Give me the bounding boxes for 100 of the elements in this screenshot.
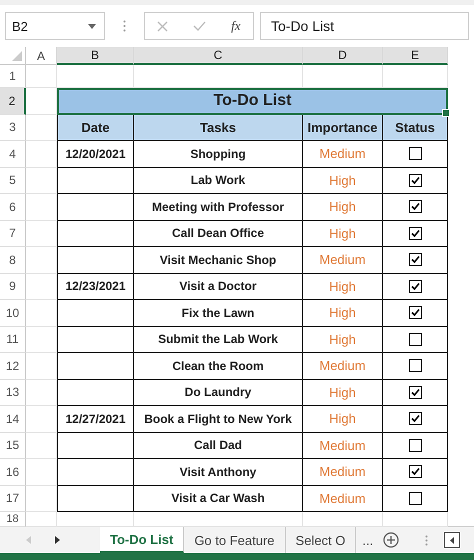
column-heading: Importance	[303, 114, 383, 141]
more-icon	[425, 534, 428, 546]
checkbox[interactable]	[408, 332, 422, 346]
grid-cell[interactable]	[26, 353, 57, 380]
row-header[interactable]: 1	[0, 65, 26, 88]
row-header[interactable]: 3	[0, 114, 26, 141]
task-cell: Book a Flight to New York	[134, 406, 303, 432]
importance-cell: High	[303, 406, 383, 432]
checkbox[interactable]	[408, 386, 422, 399]
row-header[interactable]: 10	[0, 300, 26, 326]
row-header[interactable]: 9	[0, 274, 26, 300]
checkbox[interactable]	[408, 438, 422, 452]
checkbox[interactable]	[408, 412, 422, 426]
cancel-icon[interactable]	[157, 20, 168, 32]
more-icon	[123, 20, 126, 32]
date-cell: 12/27/2021	[57, 406, 134, 432]
row-header[interactable]: 8	[0, 247, 26, 274]
grid-cell[interactable]	[26, 274, 57, 300]
grid-cell[interactable]	[26, 459, 57, 486]
column-header[interactable]: E	[383, 47, 448, 65]
column-header[interactable]: D	[303, 47, 383, 65]
add-sheet-icon[interactable]	[383, 532, 400, 548]
task-cell: Visit a Doctor	[134, 274, 303, 300]
task-cell: Fix the Lawn	[134, 300, 303, 326]
task-cell: Clean the Room	[134, 353, 303, 380]
grid-cell[interactable]	[26, 65, 57, 88]
caret-icon	[88, 24, 96, 28]
row-header[interactable]: 5	[0, 168, 26, 194]
grid-cell[interactable]	[26, 326, 57, 353]
importance-cell: Medium	[303, 247, 383, 274]
checkbox[interactable]	[408, 226, 422, 240]
task-cell: Visit Mechanic Shop	[134, 247, 303, 274]
checkbox[interactable]	[408, 492, 422, 505]
importance-cell: Medium	[303, 432, 383, 459]
grid-cell[interactable]	[26, 300, 57, 326]
grid-cell[interactable]	[26, 432, 57, 459]
column-header[interactable]: A	[26, 47, 57, 65]
column-heading: Date	[57, 114, 134, 141]
grid-cell[interactable]	[26, 406, 57, 432]
scroll-left-button[interactable]	[444, 532, 460, 548]
checkbox[interactable]	[408, 174, 422, 187]
grid-cell[interactable]	[26, 380, 57, 406]
column-header[interactable]: C	[134, 47, 303, 65]
importance-cell: High	[303, 220, 383, 247]
row-header[interactable]: 16	[0, 459, 26, 486]
task-cell: Call Dean Office	[134, 220, 303, 247]
date-cell: 12/23/2021	[57, 274, 134, 300]
row-header[interactable]: 7	[0, 220, 26, 247]
importance-cell: High	[303, 274, 383, 300]
grid-cell[interactable]	[26, 141, 57, 168]
task-cell: Call Dad	[134, 432, 303, 459]
task-cell: Visit a Car Wash	[134, 486, 303, 512]
checkbox[interactable]	[408, 359, 422, 372]
checkbox[interactable]	[408, 253, 422, 266]
row-header[interactable]: 11	[0, 326, 26, 353]
task-cell: Meeting with Professor	[134, 194, 303, 220]
row-header[interactable]: 13	[0, 380, 26, 406]
importance-cell: High	[303, 168, 383, 194]
table-title: To-Do List	[57, 88, 448, 114]
date-cell: 12/20/2021	[57, 141, 134, 168]
checkbox[interactable]	[408, 280, 422, 293]
checkbox[interactable]	[408, 465, 422, 478]
checkbox[interactable]	[408, 306, 422, 320]
importance-cell: High	[303, 380, 383, 406]
task-cell: Submit the Lab Work	[134, 326, 303, 353]
sheet-tab[interactable]: To-Do List	[100, 527, 184, 553]
caret-icon	[450, 536, 454, 544]
row-header[interactable]: 12	[0, 353, 26, 380]
row-header[interactable]: 14	[0, 406, 26, 432]
importance-cell: Medium	[303, 141, 383, 168]
more-tabs-button[interactable]: ...	[356, 527, 380, 553]
column-header[interactable]: B	[57, 47, 134, 65]
select-all-icon[interactable]	[12, 51, 22, 61]
row-header[interactable]: 6	[0, 194, 26, 220]
grid-cell[interactable]	[26, 168, 57, 194]
grid-cell[interactable]	[26, 247, 57, 274]
row-header[interactable]: 15	[0, 432, 26, 459]
grid-cell[interactable]	[26, 194, 57, 220]
task-cell: Visit Anthony	[134, 459, 303, 486]
checkbox[interactable]	[408, 147, 422, 160]
grid-cell[interactable]	[26, 220, 57, 247]
column-heading: Status	[383, 114, 448, 141]
name-box[interactable]: B2	[5, 12, 105, 40]
row-header[interactable]: 17	[0, 486, 26, 512]
row-header[interactable]: 2	[0, 88, 26, 114]
grid-cell[interactable]	[26, 486, 57, 512]
row-header[interactable]: 4	[0, 141, 26, 168]
insert-function-button[interactable]: fx	[231, 18, 241, 34]
scroll-right-icon[interactable]	[55, 536, 60, 544]
importance-cell: High	[303, 194, 383, 220]
task-cell: Shopping	[134, 141, 303, 168]
importance-cell: High	[303, 300, 383, 326]
formula-field[interactable]: To-Do List	[260, 12, 469, 40]
task-cell: Lab Work	[134, 168, 303, 194]
enter-icon[interactable]	[193, 21, 206, 31]
importance-cell: Medium	[303, 459, 383, 486]
row-header[interactable]: 18	[0, 512, 26, 527]
checkbox[interactable]	[408, 200, 422, 214]
scroll-left-icon[interactable]	[26, 536, 31, 544]
importance-cell: Medium	[303, 353, 383, 380]
